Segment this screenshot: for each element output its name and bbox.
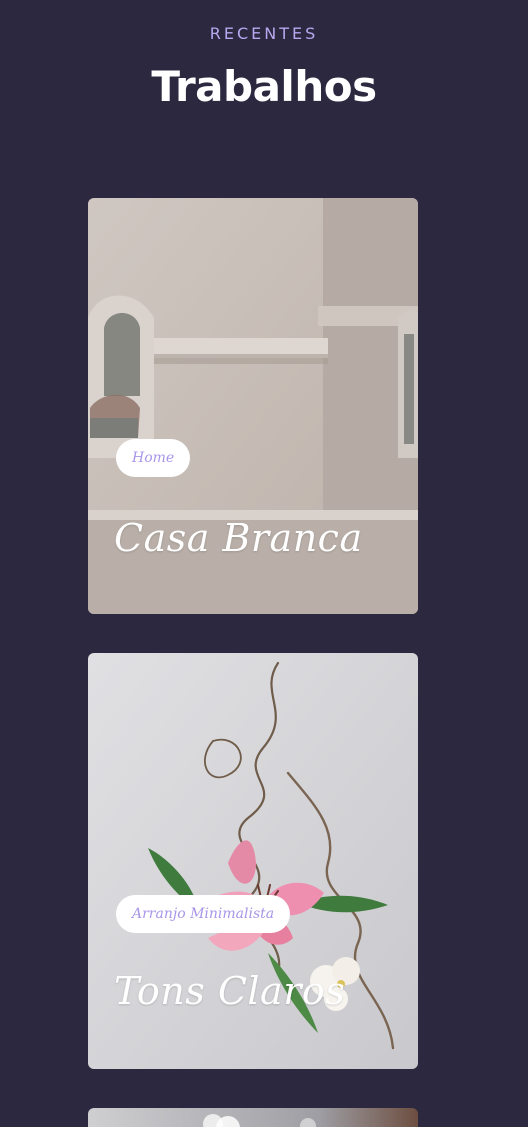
project-tag: Home	[116, 439, 191, 477]
project-title: Casa Branca	[114, 516, 363, 560]
project-image	[88, 1108, 418, 1127]
section-title: Trabalhos	[151, 62, 377, 111]
section-eyebrow: RECENTES	[209, 24, 319, 43]
project-card-tons-claros[interactable]: Arranjo Minimalista Tons Claros	[88, 653, 418, 1069]
project-title: Tons Claros	[114, 969, 346, 1013]
project-card-casa-branca[interactable]: Home Casa Branca	[88, 198, 418, 614]
project-card-3[interactable]	[88, 1108, 418, 1127]
project-tag: Arranjo Minimalista	[116, 895, 291, 933]
